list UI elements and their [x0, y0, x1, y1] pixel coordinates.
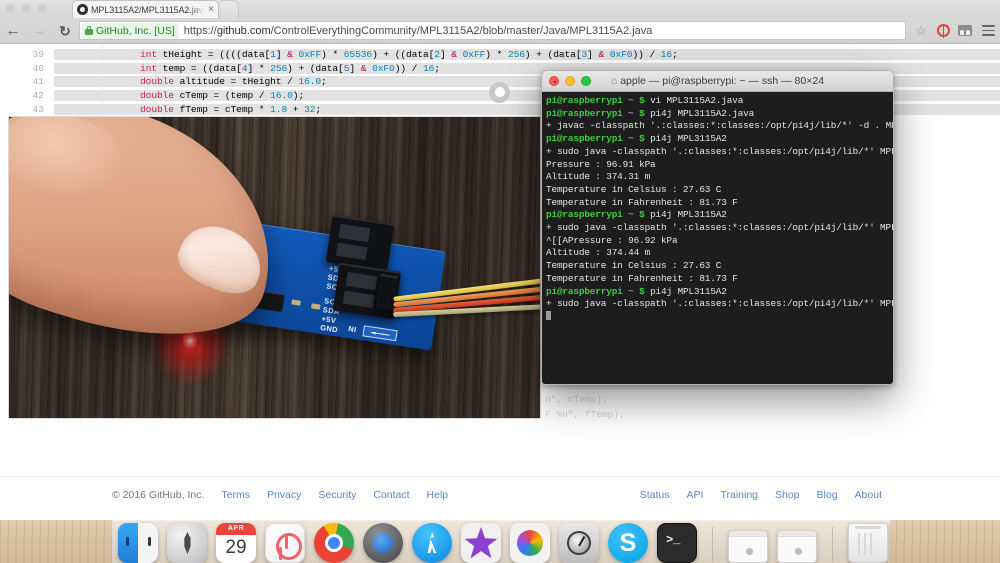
window-traffic-lights[interactable]	[6, 4, 47, 13]
menu-hamburger-icon[interactable]	[976, 25, 1000, 36]
connector-top	[325, 214, 395, 272]
code-line-number[interactable]: 43	[0, 104, 54, 115]
dock-items: APR 29	[118, 520, 888, 563]
browser-toolbar: ← → ↻ GitHub, Inc. [US] https://github.c…	[0, 17, 1000, 44]
led-indicator	[183, 333, 197, 349]
dock-item-finder[interactable]	[118, 523, 158, 563]
tab-title: MPL3115A2/MPL3115A2.java	[91, 4, 206, 15]
footer-left-links: © 2016 GitHub, Inc. Terms Privacy Securi…	[112, 489, 448, 501]
dock-divider	[712, 527, 713, 561]
footer-link-api[interactable]: API	[687, 489, 704, 501]
browser-tab-active[interactable]: MPL3115A2/MPL3115A2.java ×	[72, 0, 219, 18]
footer-link-training[interactable]: Training	[720, 489, 758, 501]
footer-link-blog[interactable]: Blog	[817, 489, 838, 501]
terminal-output[interactable]: pi@raspberrypi ~ $ vi MPL3115A2.java pi@…	[542, 92, 893, 384]
address-bar[interactable]: GitHub, Inc. [US] https://github.com/Con…	[79, 21, 906, 40]
copyright-text: © 2016 GitHub, Inc.	[112, 489, 205, 501]
extension-pocket-icon[interactable]	[954, 25, 976, 36]
bookmark-star-icon[interactable]: ☆	[910, 23, 932, 39]
url-scheme: https://	[183, 24, 217, 37]
dock-item-itunes[interactable]	[265, 523, 305, 563]
resistor-4	[291, 299, 301, 306]
macos-dock: APR 29	[112, 520, 890, 563]
code-line-text: double fTemp = cTemp * 1.8 + 32;	[140, 103, 322, 115]
browser-chrome: MPL3115A2/MPL3115A2.java × ← → ↻ GitHub,…	[0, 0, 1000, 44]
dock-item-trash[interactable]	[848, 523, 888, 563]
code-line-text: double altitude = tHeight / 16.0;	[140, 76, 327, 88]
code-line-text: int tHeight = ((((data[1] & 0xFF) * 6553…	[140, 49, 678, 61]
dock-item-mail[interactable]	[363, 523, 403, 563]
terminal-title-text: apple — pi@raspberrypi: ~ — ssh — 80×24	[620, 75, 825, 87]
code-line-content: int tHeight = ((((data[1] & 0xFF) * 6553…	[54, 49, 1000, 61]
page-footer: © 2016 GitHub, Inc. Terms Privacy Securi…	[0, 476, 1000, 520]
reload-button[interactable]: ↻	[52, 24, 78, 38]
minimize-window-button[interactable]	[22, 4, 31, 13]
dock-minimized-window-1[interactable]	[728, 530, 768, 563]
readme-photo: GND +5V SDA SCL SCL SDA +5V GND NI	[8, 116, 541, 419]
footer-link-contact[interactable]: Contact	[373, 489, 409, 501]
screen: MPL3115A2/MPL3115A2.java × ← → ↻ GitHub,…	[0, 0, 1000, 563]
maximize-window-button[interactable]	[38, 4, 47, 13]
code-line-number[interactable]: 41	[0, 76, 54, 87]
calendar-month: APR	[216, 523, 256, 535]
extension-opera-icon[interactable]	[932, 24, 954, 38]
close-icon[interactable]: ×	[208, 4, 214, 15]
url-path: /ControlEverythingCommunity/MPL3115A2/bl…	[270, 24, 653, 37]
new-tab-button[interactable]	[221, 0, 239, 18]
terminal-title: ⌂ apple — pi@raspberrypi: ~ — ssh — 80×2…	[542, 75, 893, 87]
code-line-number[interactable]: 42	[0, 90, 54, 101]
tab-strip: MPL3115A2/MPL3115A2.java ×	[0, 0, 1000, 18]
url-text: https://github.com/ControlEverythingComm…	[184, 25, 653, 37]
footer-link-terms[interactable]: Terms	[221, 489, 250, 501]
code-line-text: int temp = ((data[4] * 256) + (data[5] &…	[140, 62, 440, 74]
silk-ni: NI	[347, 324, 358, 335]
footer-right-links: Status API Training Shop Blog About	[640, 489, 882, 501]
silk-arrow-icon	[362, 325, 398, 342]
security-label: GitHub, Inc. [US]	[96, 24, 175, 37]
forward-button[interactable]: →	[26, 23, 52, 38]
code-line: 39 int tHeight = ((((data[1] & 0xFF) * 65…	[0, 48, 1000, 62]
footer-link-security[interactable]: Security	[318, 489, 356, 501]
dock-item-launchpad[interactable]	[167, 523, 207, 563]
calendar-day: 29	[225, 537, 247, 558]
dock-item-imovie[interactable]	[461, 523, 501, 563]
terminal-title-bar[interactable]: ⌂ apple — pi@raspberrypi: ~ — ssh — 80×2…	[542, 71, 893, 92]
url-host: github.com	[216, 24, 271, 37]
dock-item-calendar[interactable]: APR 29	[216, 523, 256, 563]
dock-item-app-store[interactable]	[412, 523, 452, 563]
footer-link-about[interactable]: About	[855, 489, 882, 501]
footer-link-help[interactable]: Help	[427, 489, 449, 501]
lock-icon	[85, 26, 93, 35]
dock-item-photos[interactable]	[510, 523, 550, 563]
dock-divider-2	[832, 527, 833, 561]
back-button[interactable]: ←	[0, 23, 26, 38]
dock-item-chrome[interactable]	[314, 523, 354, 563]
dock-item-terminal[interactable]	[657, 523, 697, 563]
code-line-number[interactable]: 40	[0, 63, 54, 74]
github-octocat-icon	[489, 82, 510, 103]
resistor-5	[310, 303, 321, 310]
code-line-text: double cTemp = (temp / 16.0);	[140, 90, 305, 102]
footer-link-shop[interactable]: Shop	[775, 489, 800, 501]
silk-gnd-bot: GND	[319, 322, 339, 335]
home-icon: ⌂	[610, 75, 621, 87]
security-badge[interactable]: GitHub, Inc. [US]	[82, 22, 179, 39]
github-favicon-icon	[77, 4, 88, 15]
code-line-number[interactable]: 39	[0, 49, 54, 60]
finger-highlight	[9, 117, 144, 225]
dock-item-skype[interactable]	[608, 523, 648, 563]
close-window-button[interactable]	[6, 4, 15, 13]
footer-link-status[interactable]: Status	[640, 489, 670, 501]
terminal-window[interactable]: ⌂ apple — pi@raspberrypi: ~ — ssh — 80×2…	[541, 70, 894, 385]
dock-item-system-preferences[interactable]	[559, 523, 599, 563]
dock-minimized-window-2[interactable]	[777, 530, 817, 563]
footer-link-privacy[interactable]: Privacy	[267, 489, 301, 501]
